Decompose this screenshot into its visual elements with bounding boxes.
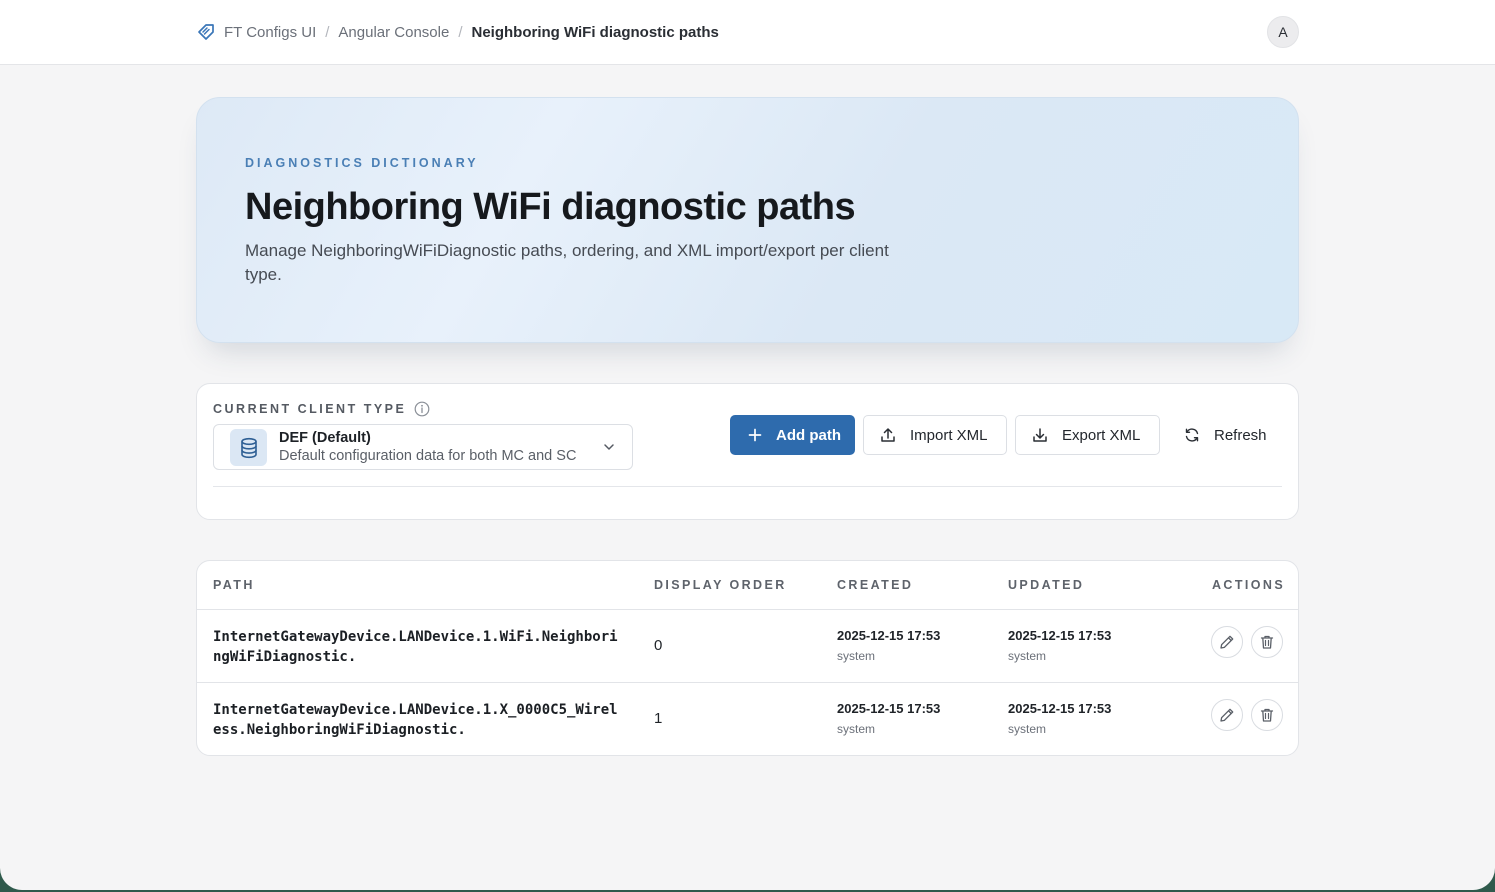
- import-xml-label: Import XML: [910, 426, 988, 444]
- download-icon: [1033, 428, 1047, 442]
- trash-icon: [1260, 635, 1274, 649]
- created-by: system: [837, 722, 876, 736]
- delete-button[interactable]: [1251, 626, 1283, 658]
- refresh-button[interactable]: Refresh: [1167, 415, 1283, 455]
- database-icon: [230, 429, 267, 466]
- export-xml-button[interactable]: Export XML: [1015, 415, 1160, 455]
- updated-by: system: [1008, 649, 1047, 663]
- pencil-icon: [1220, 708, 1234, 722]
- column-header-actions: ACTIONS: [1212, 578, 1286, 592]
- display-order-cell: 0: [654, 637, 663, 654]
- refresh-label: Refresh: [1214, 426, 1267, 444]
- refresh-icon: [1185, 428, 1199, 442]
- path-cell: InternetGatewayDevice.LANDevice.1.WiFi.N…: [213, 629, 618, 665]
- client-type-label-text: CURRENT CLIENT TYPE: [213, 402, 407, 416]
- client-type-panel: CURRENT CLIENT TYPE DEF (Default) Defaul…: [196, 383, 1299, 520]
- breadcrumb-current: Neighboring WiFi diagnostic paths: [471, 23, 719, 41]
- created-date: 2025-12-15 17:53: [837, 628, 941, 643]
- created-date: 2025-12-15 17:53: [837, 701, 941, 716]
- hero-banner: DIAGNOSTICS DICTIONARY Neighboring WiFi …: [196, 97, 1299, 343]
- plus-icon: [748, 428, 762, 442]
- updated-date: 2025-12-15 17:53: [1008, 628, 1112, 643]
- column-header-path: PATH: [213, 578, 255, 592]
- column-header-created: CREATED: [837, 578, 914, 592]
- created-by: system: [837, 649, 876, 663]
- client-type-name: DEF (Default): [279, 430, 371, 446]
- client-type-label: CURRENT CLIENT TYPE: [213, 401, 430, 417]
- edit-button[interactable]: [1211, 626, 1243, 658]
- updated-date: 2025-12-15 17:53: [1008, 701, 1112, 716]
- trash-icon: [1260, 708, 1274, 722]
- page-title: Neighboring WiFi diagnostic paths: [245, 186, 856, 228]
- import-xml-button[interactable]: Import XML: [863, 415, 1007, 455]
- breadcrumb: FT Configs UI / Angular Console / Neighb…: [196, 21, 719, 43]
- panel-divider: [213, 486, 1282, 487]
- table-row: InternetGatewayDevice.LANDevice.1.WiFi.N…: [197, 610, 1298, 683]
- client-type-description: Default configuration data for both MC a…: [279, 448, 577, 464]
- column-header-updated: UPDATED: [1008, 578, 1085, 592]
- breadcrumb-separator: /: [325, 23, 330, 41]
- hero-eyebrow: DIAGNOSTICS DICTIONARY: [245, 156, 479, 170]
- table-row: InternetGatewayDevice.LANDevice.1.X_0000…: [197, 683, 1298, 755]
- client-type-select[interactable]: DEF (Default) Default configuration data…: [213, 424, 633, 470]
- chevron-down-icon: [602, 440, 616, 454]
- add-path-label: Add path: [776, 426, 841, 444]
- top-bar: FT Configs UI / Angular Console / Neighb…: [0, 0, 1495, 65]
- edit-button[interactable]: [1211, 699, 1243, 731]
- tag-logo-icon: [196, 22, 216, 42]
- delete-button[interactable]: [1251, 699, 1283, 731]
- add-path-button[interactable]: Add path: [730, 415, 855, 455]
- page-description: Manage NeighboringWiFiDiagnostic paths, …: [245, 241, 889, 284]
- info-icon[interactable]: [414, 401, 430, 417]
- breadcrumb-separator: /: [458, 23, 463, 41]
- app-window: FT Configs UI / Angular Console / Neighb…: [0, 0, 1495, 890]
- user-avatar[interactable]: A: [1267, 16, 1299, 48]
- breadcrumb-link-angular-console[interactable]: Angular Console: [338, 24, 449, 41]
- updated-by: system: [1008, 722, 1047, 736]
- paths-table: PATH DISPLAY ORDER CREATED UPDATED ACTIO…: [196, 560, 1299, 756]
- pencil-icon: [1220, 635, 1234, 649]
- export-xml-label: Export XML: [1062, 426, 1141, 444]
- display-order-cell: 1: [654, 710, 663, 727]
- path-cell: InternetGatewayDevice.LANDevice.1.X_0000…: [213, 702, 618, 738]
- breadcrumb-link-ft-configs[interactable]: FT Configs UI: [224, 24, 316, 41]
- table-header: PATH DISPLAY ORDER CREATED UPDATED ACTIO…: [197, 561, 1298, 610]
- column-header-display-order: DISPLAY ORDER: [654, 578, 787, 592]
- upload-icon: [881, 428, 895, 442]
